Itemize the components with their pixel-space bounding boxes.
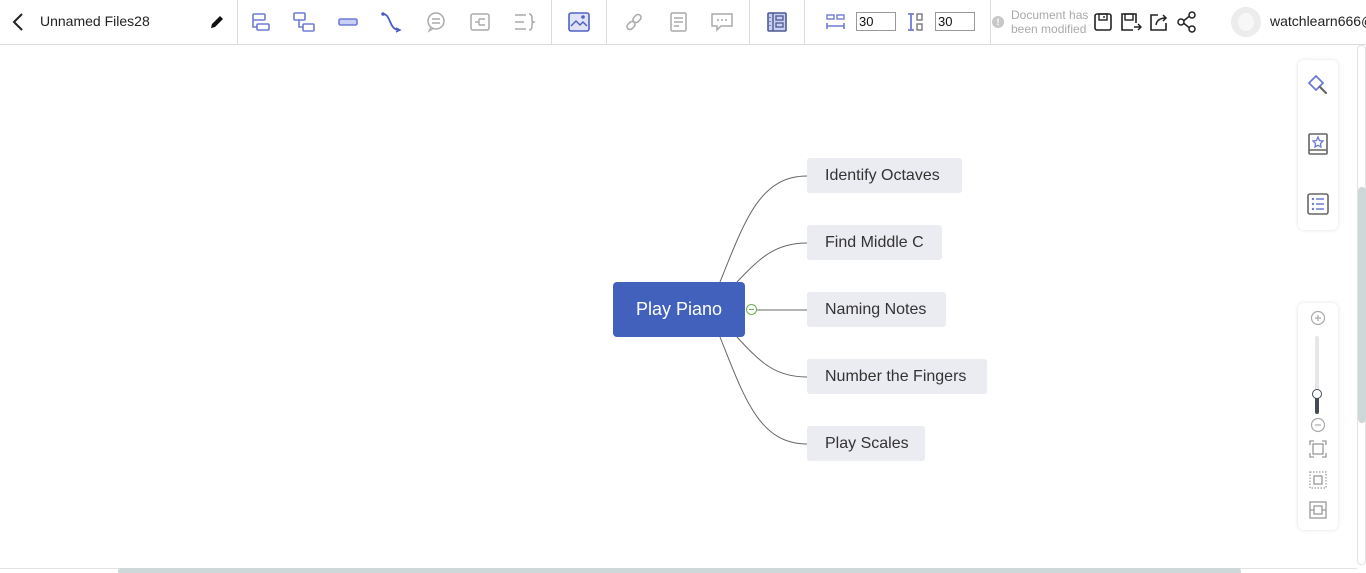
topic-node[interactable]: Naming Notes <box>807 292 946 327</box>
root-topic-node[interactable]: Play Piano <box>613 282 745 337</box>
connector-play-scales <box>719 336 808 445</box>
topic-node[interactable]: Find Middle C <box>807 225 942 260</box>
right-side-panel <box>1298 60 1338 230</box>
connector-number-fingers <box>736 336 808 378</box>
connector-identify-octaves <box>719 175 808 283</box>
actual-size-icon <box>1309 471 1327 489</box>
zoom-out-icon <box>1310 417 1326 433</box>
vertical-scrollbar-thumb[interactable] <box>1358 187 1366 423</box>
connector-find-middle-c <box>736 242 808 283</box>
horizontal-scrollbar-thumb[interactable] <box>118 568 1241 573</box>
center-map-icon <box>1309 501 1327 519</box>
theme-star-icon <box>1308 133 1328 155</box>
center-map-button[interactable] <box>1303 496 1333 524</box>
fit-screen-button[interactable] <box>1303 435 1333 463</box>
zoom-slider-handle[interactable] <box>1312 388 1322 399</box>
outline-list-icon <box>1307 193 1329 215</box>
actual-size-button[interactable] <box>1303 466 1333 494</box>
zoom-in-icon <box>1310 310 1326 326</box>
topic-node[interactable]: Play Scales <box>807 426 925 461</box>
zoom-panel <box>1298 303 1338 530</box>
collapse-toggle[interactable] <box>746 304 757 315</box>
topic-node[interactable]: Identify Octaves <box>807 158 962 193</box>
theme-panel-button[interactable] <box>1303 130 1333 158</box>
fit-screen-icon <box>1309 440 1327 458</box>
topic-node[interactable]: Number the Fingers <box>807 359 987 394</box>
zoom-in-button[interactable] <box>1303 304 1333 332</box>
style-brush-icon <box>1307 74 1328 95</box>
style-panel-button[interactable] <box>1303 71 1333 99</box>
outline-panel-button[interactable] <box>1303 190 1333 218</box>
